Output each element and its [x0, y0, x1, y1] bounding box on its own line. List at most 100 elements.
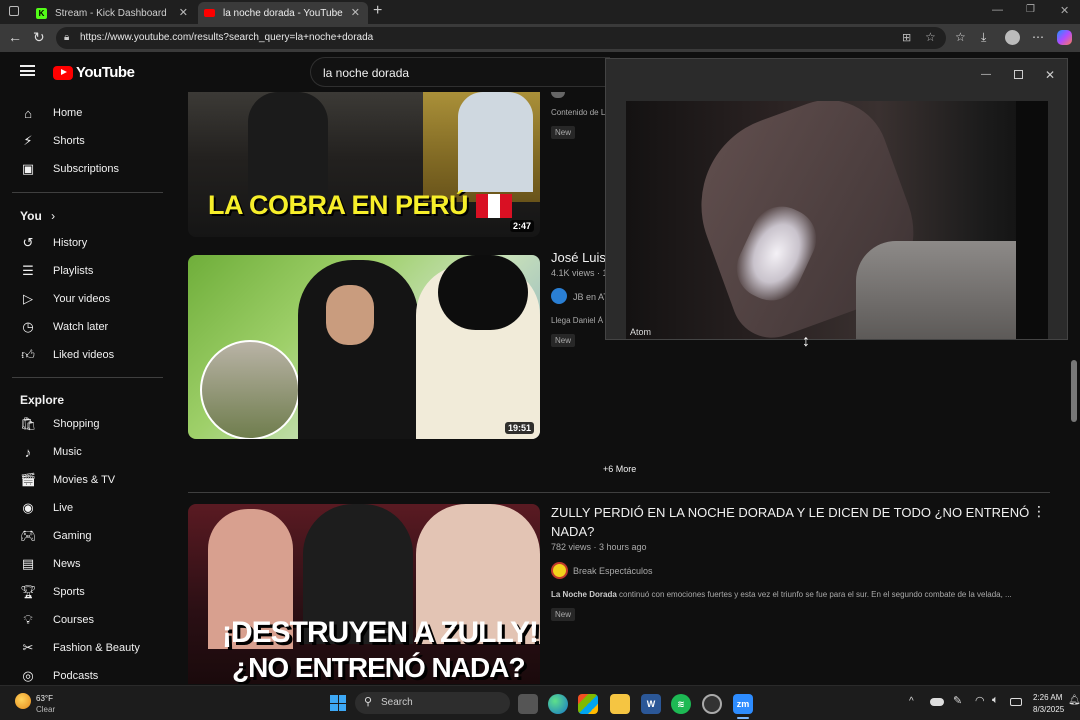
fashion-icon: ✂︎ [22, 640, 34, 655]
search-input[interactable]: la noche dorada [323, 66, 409, 80]
video-description: La Noche Dorada continuó con emociones f… [551, 590, 1012, 599]
video-title-continued[interactable]: NADA? [551, 522, 594, 541]
thumb-person-figure [248, 92, 328, 202]
channel-name[interactable]: JB en AT [573, 292, 605, 302]
channel-avatar[interactable] [551, 92, 565, 98]
notification-bell-icon[interactable]: 🔔︎ [1068, 695, 1080, 706]
sidebar-you-heading[interactable]: You › [20, 209, 55, 223]
favorites-icon[interactable]: ☆ [955, 30, 966, 44]
search-icon: ⚲ [364, 696, 373, 708]
pip-video-feed[interactable]: Atom [626, 101, 1048, 339]
scrollbar-thumb[interactable] [1071, 360, 1077, 422]
new-tab-button[interactable]: + [373, 2, 382, 20]
sidebar-item-news[interactable]: ▤ News [0, 550, 176, 578]
channel-name[interactable]: Break Espectáculos [573, 566, 653, 576]
word-icon[interactable]: W [641, 694, 661, 714]
video-thumbnail[interactable]: LA COBRA EN PERÚ 2:47 [188, 92, 540, 237]
video-duration: 19:51 [504, 422, 534, 434]
tab-close-icon[interactable]: ✕ [351, 6, 360, 19]
sidebar: ⌂ Home ⚡︎ Shorts ▣ Subscriptions You › ↺… [0, 92, 176, 684]
download-icon[interactable]: ⤓ [981, 30, 986, 45]
video-duration: 2:47 [509, 220, 534, 232]
sidebar-item-podcasts[interactable]: ◎ Podcasts [0, 662, 176, 684]
search-box[interactable]: la noche dorada [310, 57, 610, 87]
sidebar-item-music[interactable]: ♪ Music [0, 438, 176, 466]
pip-window[interactable]: — ✕ Atom [605, 58, 1068, 340]
tab-youtube[interactable]: la noche dorada - YouTube ✕ [198, 2, 368, 24]
sidebar-item-watch-later[interactable]: ◷ Watch later [0, 313, 176, 341]
sidebar-item-label: Liked videos [53, 349, 115, 361]
start-button[interactable] [330, 695, 346, 711]
video-thumbnail[interactable]: ¡DESTRUYEN A ZULLY! ¿NO ENTRENÓ NADA? [188, 504, 540, 684]
clock-time[interactable]: 2:26 AM [1033, 693, 1062, 702]
sidebar-item-label: Podcasts [53, 670, 99, 682]
sidebar-item-your-videos[interactable]: ▷ Your videos [0, 285, 176, 313]
sidebar-item-gaming[interactable]: 🎮︎ Gaming [0, 522, 176, 550]
tab-actions-icon[interactable] [9, 6, 19, 16]
battery-icon[interactable] [1010, 698, 1022, 706]
sidebar-item-fashion-beauty[interactable]: ✂︎ Fashion & Beauty [0, 634, 176, 662]
profile-avatar[interactable] [1005, 30, 1020, 45]
youtube-logo-icon [53, 65, 73, 80]
pen-icon[interactable]: ✎ [953, 694, 962, 707]
zoom-app-icon[interactable]: zm [733, 694, 753, 714]
more-options-icon[interactable]: ⋯ [1032, 30, 1044, 44]
more-results-button[interactable]: +6 More [603, 464, 636, 474]
video-stats: 782 views · 3 hours ago [551, 542, 647, 552]
youtube-logo[interactable]: YouTube [53, 64, 135, 81]
taskbar-search[interactable]: ⚲ Search [355, 692, 510, 714]
app-available-icon[interactable]: ⊞ [902, 31, 911, 44]
site-info-icon[interactable]: 🔒︎ [64, 32, 69, 43]
channel-avatar[interactable] [551, 562, 568, 579]
wifi-icon[interactable]: ◠ [975, 694, 985, 707]
tab-close-icon[interactable]: ✕ [179, 6, 188, 19]
video-thumbnail[interactable]: 19:51 [188, 255, 540, 439]
spotify-icon[interactable]: ≋ [671, 694, 691, 714]
video-title[interactable]: ZULLY PERDIÓ EN LA NOCHE DORADA Y LE DIC… [551, 503, 1029, 522]
sidebar-item-sports[interactable]: 🏆︎ Sports [0, 578, 176, 606]
omnibox[interactable]: 🔒︎ https://www.youtube.com/results?searc… [56, 27, 946, 49]
sidebar-item-home[interactable]: ⌂ Home [0, 99, 176, 127]
youtube-favicon-icon [204, 9, 215, 17]
sidebar-item-liked-videos[interactable]: 👍︎ Liked videos [0, 341, 176, 369]
task-view-icon[interactable] [518, 694, 538, 714]
page-scrollbar[interactable] [1068, 92, 1080, 684]
obs-icon[interactable] [702, 694, 722, 714]
sidebar-item-courses[interactable]: 💡︎ Courses [0, 606, 176, 634]
sidebar-item-playlists[interactable]: ☰ Playlists [0, 257, 176, 285]
pip-maximize-icon[interactable] [1014, 70, 1023, 79]
sidebar-item-history[interactable]: ↺ History [0, 229, 176, 257]
window-restore-icon[interactable]: ❐ [1026, 4, 1035, 15]
window-close-icon[interactable]: ✕ [1060, 4, 1069, 17]
refresh-icon[interactable]: ↻ [33, 29, 45, 46]
video-description: Llega Daniel Á [551, 316, 604, 325]
pip-minimize-icon[interactable]: — [981, 69, 991, 80]
tray-chevron-icon[interactable]: ^ [909, 696, 914, 707]
hamburger-menu-icon[interactable] [20, 65, 35, 76]
back-arrow-icon[interactable]: ← [8, 29, 22, 45]
video-title[interactable]: José Luis [551, 248, 606, 267]
sidebar-item-live[interactable]: ◉ Live [0, 494, 176, 522]
channel-avatar[interactable] [551, 288, 567, 304]
store-icon[interactable] [578, 694, 598, 714]
history-icon: ↺ [22, 235, 34, 250]
weather-temp[interactable]: 63°F [36, 694, 53, 703]
edge-browser-icon[interactable] [548, 694, 568, 714]
copilot-icon[interactable] [1057, 30, 1072, 45]
file-explorer-icon[interactable] [610, 694, 630, 714]
kebab-menu-icon[interactable]: ⋮ [1032, 503, 1046, 520]
sidebar-item-subscriptions[interactable]: ▣ Subscriptions [0, 155, 176, 183]
tab-title: la noche dorada - YouTube [223, 7, 343, 19]
clock-date[interactable]: 8/3/2025 [1033, 705, 1064, 714]
volume-icon[interactable]: 🔈︎ [992, 694, 999, 707]
tab-kick-dashboard[interactable]: K Stream - Kick Dashboard ✕ [30, 2, 196, 24]
sidebar-item-movies-tv[interactable]: 🎬︎ Movies & TV [0, 466, 176, 494]
weather-icon[interactable] [15, 693, 31, 709]
bookmark-star-icon[interactable]: ☆ [925, 30, 936, 44]
window-minimize-icon[interactable]: — [992, 4, 1003, 16]
pip-close-icon[interactable]: ✕ [1045, 68, 1055, 82]
sidebar-item-shorts[interactable]: ⚡︎ Shorts [0, 127, 176, 155]
sidebar-item-label: Playlists [53, 265, 94, 277]
onedrive-icon[interactable] [930, 698, 944, 706]
sidebar-item-shopping[interactable]: 🛍︎ Shopping [0, 410, 176, 438]
